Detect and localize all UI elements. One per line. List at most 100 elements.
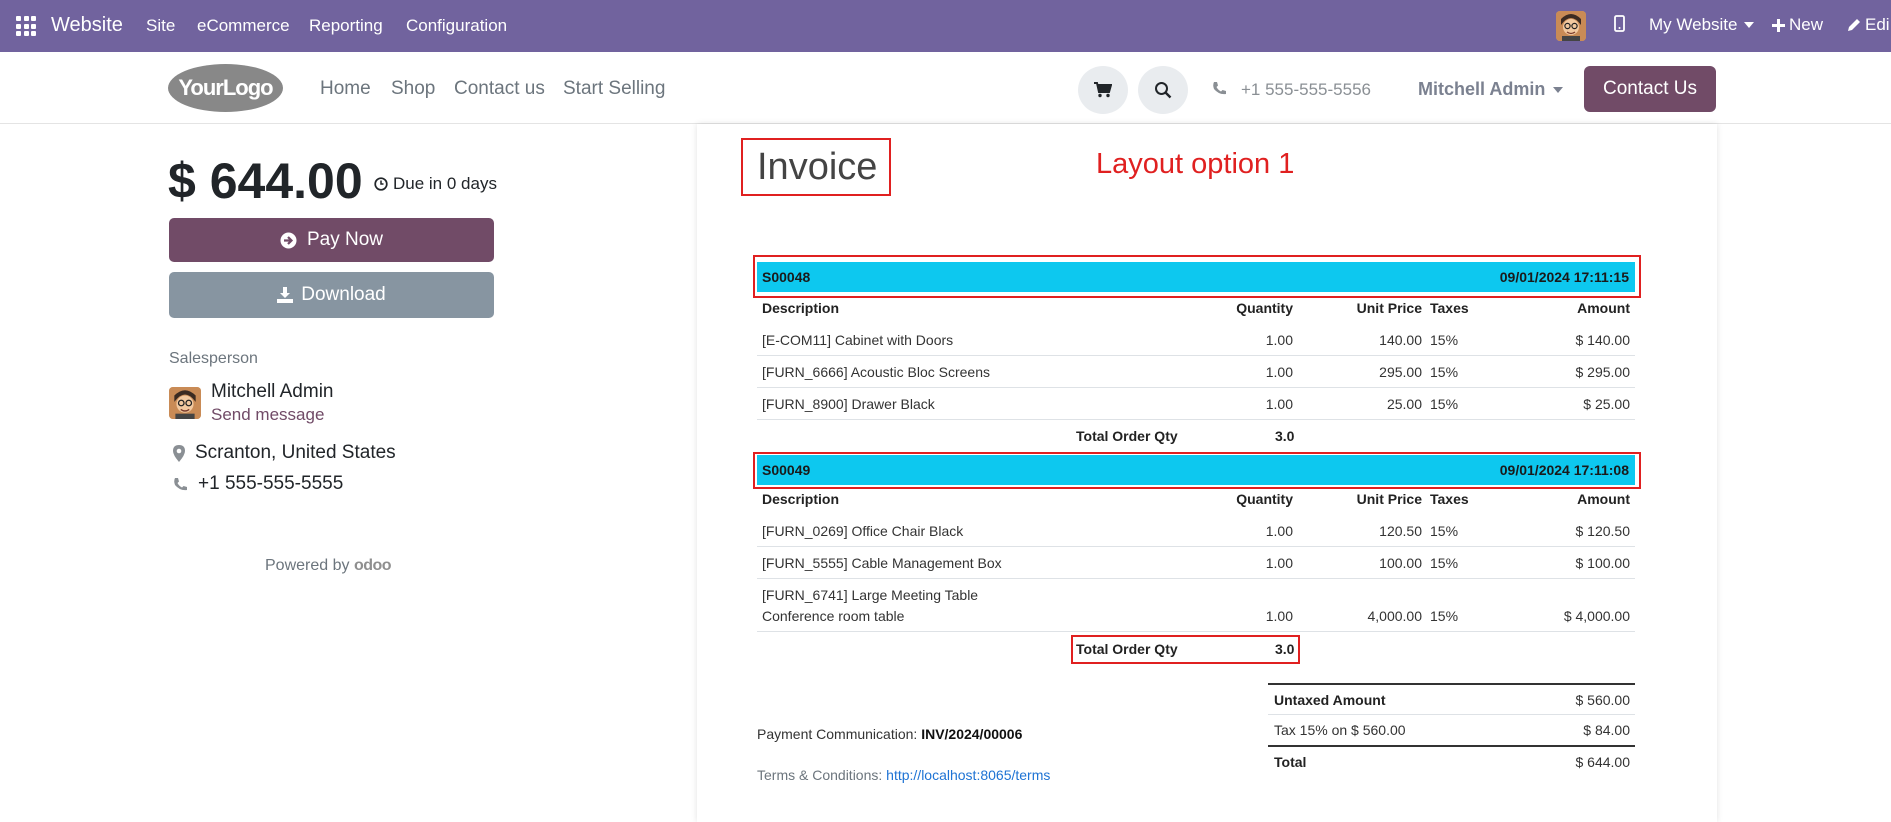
line-quantity: 1.00 xyxy=(1265,332,1293,348)
map-marker-icon xyxy=(173,444,185,462)
due-text: Due in 0 days xyxy=(393,174,497,193)
nav-start-selling[interactable]: Start Selling xyxy=(563,78,665,100)
salesperson-name: Mitchell Admin xyxy=(211,381,334,402)
col-taxes: Taxes xyxy=(1430,300,1469,316)
phone-row: +1 555-555-5555 xyxy=(173,473,343,495)
col-description: Description xyxy=(762,300,840,316)
table-row: [FURN_6741] Large Meeting Table Conferen… xyxy=(757,579,1635,632)
line-unit-price: 25.00 xyxy=(1386,396,1422,412)
order-ref: S00048 xyxy=(762,269,811,285)
invoice-amount: $ 644.00 xyxy=(168,153,363,209)
line-unit-price: 140.00 xyxy=(1379,332,1422,348)
send-message-link[interactable]: Send message xyxy=(211,405,324,425)
caret-down-icon xyxy=(1553,86,1564,93)
search-button[interactable] xyxy=(1138,66,1188,114)
line-description: [FURN_6666] Acoustic Bloc Screens xyxy=(762,364,990,380)
clock-icon xyxy=(374,177,388,191)
line-unit-price: 100.00 xyxy=(1379,555,1422,571)
app-name[interactable]: Website xyxy=(51,14,123,37)
search-icon xyxy=(1155,82,1172,99)
line-taxes: 15% xyxy=(1430,608,1459,624)
caret-down-icon xyxy=(1743,22,1754,28)
location-text: Scranton, United States xyxy=(195,442,396,463)
user-dropdown[interactable]: Mitchell Admin xyxy=(1418,79,1564,100)
table-header: Description Quantity Unit Price Taxes Am… xyxy=(757,487,1635,513)
menu-ecommerce[interactable]: eCommerce xyxy=(197,16,290,36)
line-unit-price: 4,000.00 xyxy=(1367,608,1423,624)
col-description: Description xyxy=(762,491,840,507)
col-amount: Amount xyxy=(1577,491,1630,507)
order-ref: S00049 xyxy=(762,462,811,478)
line-quantity: 1.00 xyxy=(1265,523,1293,539)
download-button[interactable]: Download xyxy=(169,272,494,318)
nav-home[interactable]: Home xyxy=(320,78,371,100)
location-row: Scranton, United States xyxy=(173,442,396,464)
phone-icon xyxy=(174,477,187,490)
untaxed-value: $ 560.00 xyxy=(1575,692,1631,708)
contact-us-button[interactable]: Contact Us xyxy=(1584,66,1716,112)
total-qty-value: 3.0 xyxy=(1275,428,1295,444)
user-avatar[interactable] xyxy=(1556,11,1586,41)
pay-now-label: Pay Now xyxy=(306,229,384,250)
admin-navbar: Website Site eCommerce Reporting Configu… xyxy=(0,0,1891,52)
nav-contact-us[interactable]: Contact us xyxy=(454,78,545,100)
payment-communication: Payment Communication: INV/2024/00006 xyxy=(757,726,1022,742)
line-taxes: 15% xyxy=(1430,364,1459,380)
line-amount: $ 140.00 xyxy=(1575,332,1631,348)
line-taxes: 15% xyxy=(1430,396,1459,412)
cart-icon xyxy=(1094,82,1112,98)
terms-label: Terms & Conditions: xyxy=(757,767,883,783)
line-taxes: 15% xyxy=(1430,332,1459,348)
table-row: [FURN_8900] Drawer Black 1.00 25.00 15% … xyxy=(757,388,1635,420)
new-button[interactable]: New xyxy=(1772,15,1823,35)
site-logo[interactable]: YourLogo xyxy=(168,64,283,112)
new-label: New xyxy=(1789,15,1824,34)
nav-shop[interactable]: Shop xyxy=(391,78,435,100)
payment-label: Payment Communication: xyxy=(757,726,918,742)
plus-icon xyxy=(1772,18,1785,32)
powered-by[interactable]: Powered by odoo xyxy=(265,557,392,575)
odoo-logo: odoo xyxy=(353,557,392,574)
total-qty-label: Total Order Qty xyxy=(1076,428,1178,444)
line-description: [E-COM11] Cabinet with Doors xyxy=(762,332,954,348)
line-amount: $ 25.00 xyxy=(1583,396,1630,412)
line-unit-price: 295.00 xyxy=(1379,364,1422,380)
tax-value: $ 84.00 xyxy=(1583,722,1630,738)
line-amount: $ 4,000.00 xyxy=(1563,608,1630,624)
total-value: $ 644.00 xyxy=(1575,754,1631,770)
total-qty-value: 3.0 xyxy=(1275,641,1295,657)
my-website-dropdown[interactable]: My Website xyxy=(1649,15,1754,35)
total-label: Total xyxy=(1274,754,1307,770)
apps-menu-icon[interactable] xyxy=(16,16,36,36)
untaxed-label: Untaxed Amount xyxy=(1274,692,1386,708)
menu-configuration[interactable]: Configuration xyxy=(406,16,507,36)
download-label: Download xyxy=(301,284,386,305)
line-quantity: 1.00 xyxy=(1265,396,1293,412)
mobile-preview-icon[interactable] xyxy=(1614,15,1625,32)
powered-by-label: Powered by xyxy=(265,557,350,574)
header-phone[interactable]: +1 555-555-5556 xyxy=(1241,80,1371,100)
table-header: Description Quantity Unit Price Taxes Am… xyxy=(757,296,1635,322)
col-taxes: Taxes xyxy=(1430,491,1469,507)
payment-reference: INV/2024/00006 xyxy=(921,726,1023,742)
line-description: [FURN_5555] Cable Management Box xyxy=(762,555,1002,571)
line-amount: $ 295.00 xyxy=(1575,364,1631,380)
phone-icon xyxy=(1213,82,1226,95)
col-unit-price: Unit Price xyxy=(1356,300,1422,316)
edit-button[interactable]: Edi xyxy=(1847,15,1890,35)
table-row: [FURN_0269] Office Chair Black 1.00 120.… xyxy=(757,515,1635,547)
terms-link[interactable]: http://localhost:8065/terms xyxy=(886,767,1050,783)
line-quantity: 1.00 xyxy=(1265,555,1293,571)
invoice-title: Invoice xyxy=(741,138,891,196)
my-website-label: My Website xyxy=(1649,15,1738,34)
pay-now-button[interactable]: Pay Now xyxy=(169,218,494,262)
col-quantity: Quantity xyxy=(1236,300,1293,316)
phone-text: +1 555-555-5555 xyxy=(198,473,344,494)
layout-annotation: Layout option 1 xyxy=(1096,148,1295,180)
menu-site[interactable]: Site xyxy=(146,16,175,36)
arrow-circle-right-icon xyxy=(280,232,297,248)
order-header: S00049 09/01/2024 17:11:08 xyxy=(757,455,1635,485)
cart-button[interactable] xyxy=(1078,66,1128,114)
menu-reporting[interactable]: Reporting xyxy=(309,16,383,36)
pencil-icon xyxy=(1848,19,1860,31)
